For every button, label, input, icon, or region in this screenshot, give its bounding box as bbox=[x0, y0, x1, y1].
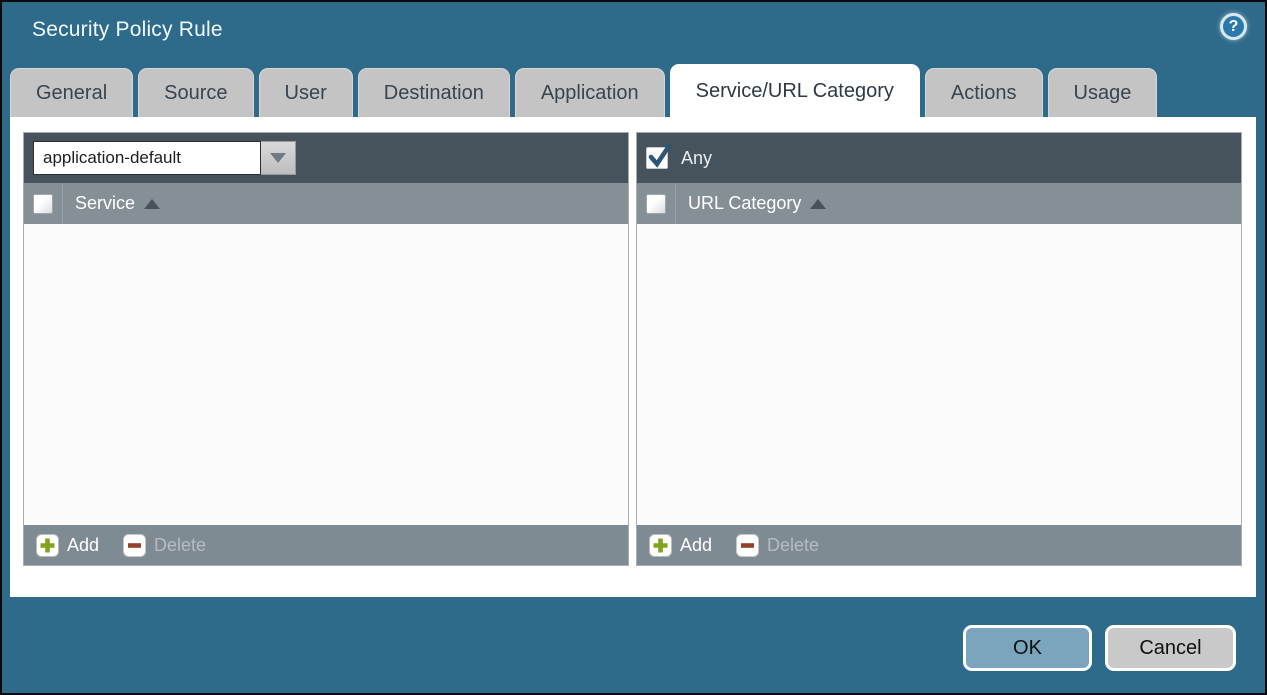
help-glyph: ? bbox=[1229, 18, 1239, 36]
url-category-table-body bbox=[637, 224, 1241, 525]
tab-user[interactable]: User bbox=[259, 68, 353, 117]
tab-destination[interactable]: Destination bbox=[358, 68, 510, 117]
service-table-header: Service bbox=[24, 183, 628, 224]
cancel-button[interactable]: Cancel bbox=[1105, 625, 1236, 671]
service-column-label: Service bbox=[75, 193, 135, 214]
tab-source[interactable]: Source bbox=[138, 68, 253, 117]
add-service-label: Add bbox=[67, 535, 99, 556]
service-toolbar: application-default bbox=[24, 133, 628, 183]
add-url-category-label: Add bbox=[680, 535, 712, 556]
checkmark-icon bbox=[646, 144, 672, 170]
minus-icon bbox=[123, 534, 146, 557]
add-service-button[interactable]: Add bbox=[36, 534, 99, 557]
url-category-select-all-cell bbox=[637, 183, 676, 224]
service-column-header[interactable]: Service bbox=[75, 193, 160, 214]
plus-icon bbox=[649, 534, 672, 557]
sort-ascending-icon bbox=[144, 199, 160, 209]
service-type-dropdown-value[interactable]: application-default bbox=[33, 141, 261, 175]
service-type-dropdown[interactable]: application-default bbox=[33, 141, 296, 175]
security-policy-rule-dialog: Security Policy Rule ? GeneralSourceUser… bbox=[2, 2, 1265, 693]
service-select-all-cell bbox=[24, 183, 63, 224]
url-category-toolbar: Any bbox=[637, 133, 1241, 183]
service-table-body bbox=[24, 224, 628, 525]
any-label: Any bbox=[681, 148, 712, 169]
minus-icon bbox=[736, 534, 759, 557]
tab-application[interactable]: Application bbox=[515, 68, 665, 117]
tab-bar: GeneralSourceUserDestinationApplicationS… bbox=[10, 64, 1157, 117]
select-all-services-checkbox[interactable] bbox=[33, 194, 53, 214]
url-category-panel-footer: Add Delete bbox=[637, 525, 1241, 565]
delete-url-category-label: Delete bbox=[767, 535, 819, 556]
ok-button[interactable]: OK bbox=[963, 625, 1092, 671]
tab-general[interactable]: General bbox=[10, 68, 133, 117]
service-panel: application-default Service bbox=[23, 132, 629, 566]
url-category-table-header: URL Category bbox=[637, 183, 1241, 224]
any-checkbox[interactable] bbox=[646, 147, 668, 169]
url-category-column-header[interactable]: URL Category bbox=[688, 193, 826, 214]
cancel-label: Cancel bbox=[1139, 637, 1201, 660]
service-panel-footer: Add Delete bbox=[24, 525, 628, 565]
url-category-column-label: URL Category bbox=[688, 193, 801, 214]
delete-url-category-button[interactable]: Delete bbox=[736, 534, 819, 557]
tab-usage[interactable]: Usage bbox=[1048, 68, 1158, 117]
delete-service-button[interactable]: Delete bbox=[123, 534, 206, 557]
chevron-down-icon bbox=[270, 153, 286, 163]
add-url-category-button[interactable]: Add bbox=[649, 534, 712, 557]
sort-ascending-icon bbox=[810, 199, 826, 209]
plus-icon bbox=[36, 534, 59, 557]
delete-service-label: Delete bbox=[154, 535, 206, 556]
tab-service-url-category[interactable]: Service/URL Category bbox=[670, 64, 920, 117]
tab-actions[interactable]: Actions bbox=[925, 68, 1043, 117]
dropdown-arrow-button[interactable] bbox=[261, 141, 296, 175]
help-icon[interactable]: ? bbox=[1220, 13, 1247, 40]
url-category-panel: Any URL Category Add bbox=[636, 132, 1242, 566]
dialog-title: Security Policy Rule bbox=[32, 18, 223, 42]
tab-content: application-default Service bbox=[10, 117, 1256, 597]
select-all-url-categories-checkbox[interactable] bbox=[646, 194, 666, 214]
ok-label: OK bbox=[1013, 637, 1042, 660]
